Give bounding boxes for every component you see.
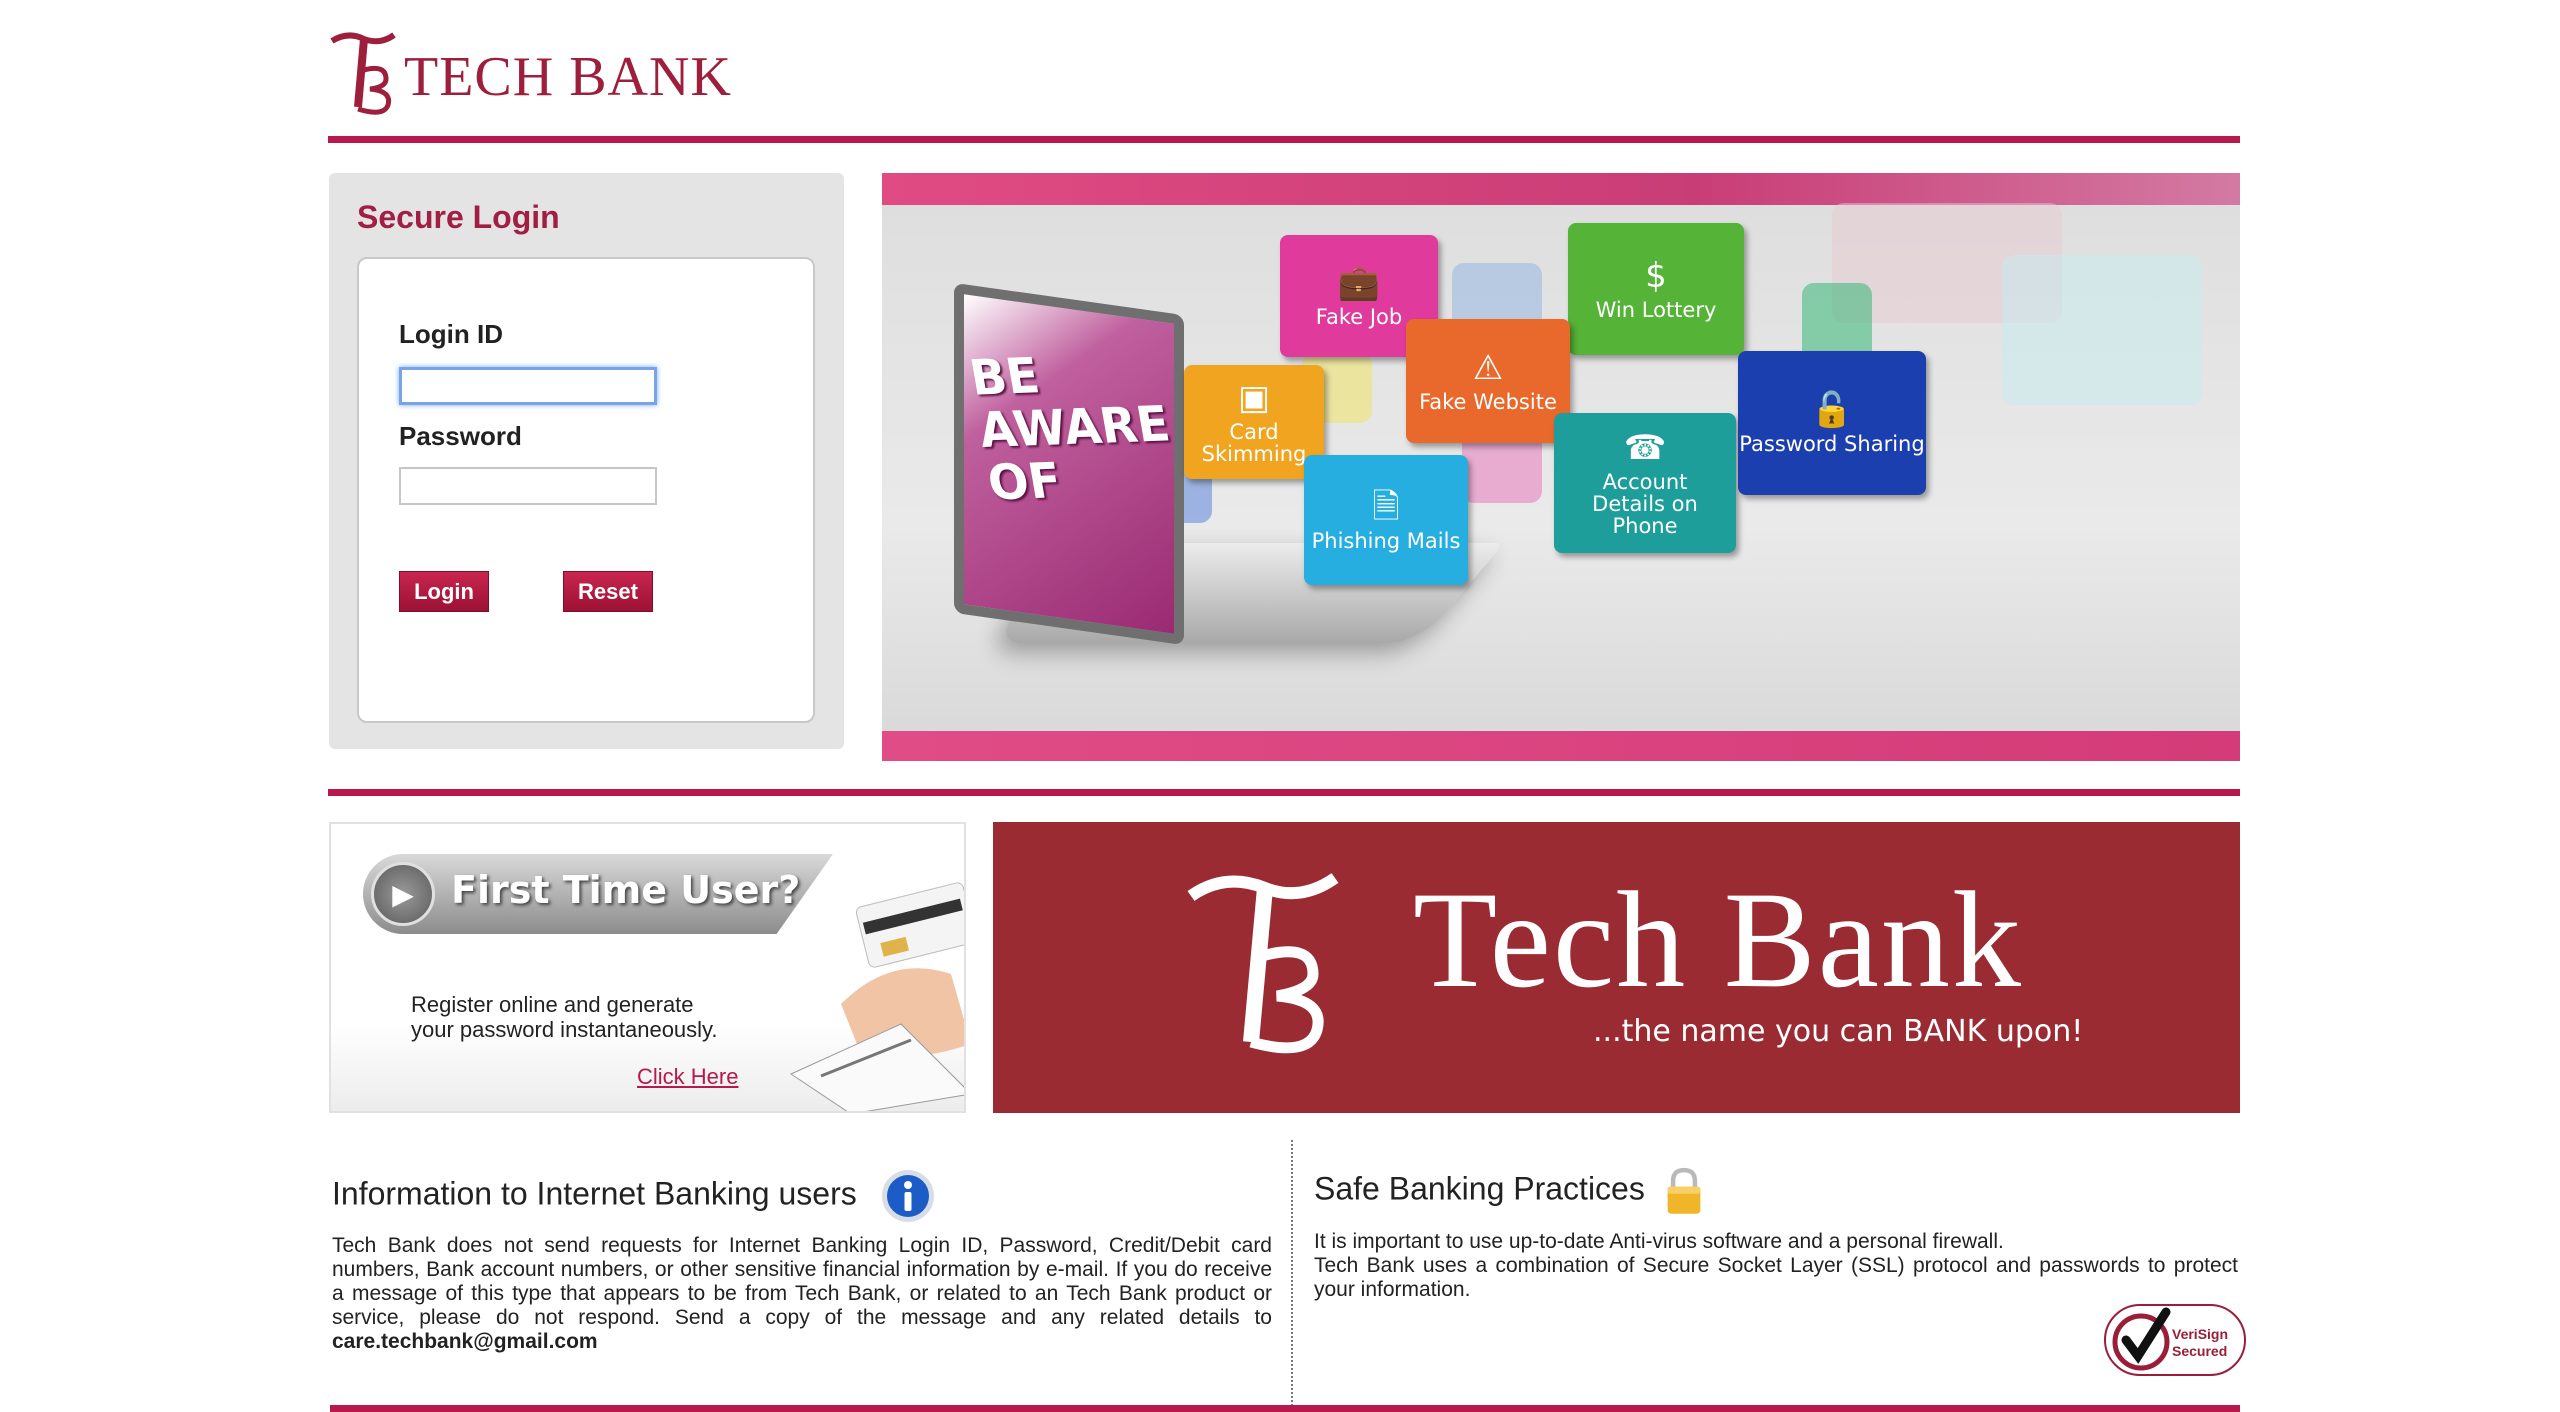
dotted-column-divider (1291, 1140, 1293, 1410)
password-label: Password (399, 421, 522, 451)
briefcase-icon: 💼 (1337, 263, 1381, 303)
hand-with-card-icon (789, 882, 964, 1111)
tb-monogram-large-icon (1187, 872, 1339, 1054)
tile-label: Phishing Mails (1311, 529, 1461, 553)
tile-label: Fake Job (1315, 305, 1403, 329)
safe-banking-title: Safe Banking Practices (1314, 1166, 1704, 1216)
first-time-user-title: First Time User? (451, 868, 801, 912)
tech-bank-brand-banner: Tech Bank ...the name you can BANK upon! (993, 822, 2240, 1113)
card-icon: ▣ (1237, 378, 1271, 418)
tile-fake-website: ⚠ Fake Website (1406, 319, 1570, 443)
tile-password-sharing: 🔓 Password Sharing (1738, 351, 1926, 495)
logo-wordmark: TECH BANK (404, 46, 732, 108)
tile-label: Password Sharing (1739, 432, 1925, 456)
tb-monogram-icon (330, 32, 396, 115)
support-email[interactable]: care.techbank@gmail.com (332, 1330, 598, 1353)
login-id-label: Login ID (399, 319, 503, 349)
brand-name: Tech Bank (1413, 863, 2023, 1016)
laptop-caption: BE AWARE OF (965, 347, 1175, 512)
middle-divider (328, 789, 2240, 796)
info-title: Information to Internet Banking users (332, 1168, 936, 1224)
info-body: Tech Bank does not send requests for Int… (332, 1234, 1272, 1329)
padlock-icon (1667, 1167, 1701, 1214)
tile-label: Card Skimming (1201, 420, 1307, 466)
info-title-text: Information to Internet Banking users (332, 1175, 857, 1212)
password-input[interactable] (399, 467, 657, 505)
reset-button[interactable]: Reset (563, 571, 653, 612)
login-id-input[interactable] (399, 367, 657, 405)
banner-bottom-stripe (882, 731, 2240, 761)
first-time-user-panel: ▶ First Time User? Register online and g… (329, 822, 966, 1113)
click-here-link[interactable]: Click Here (637, 1064, 738, 1090)
top-divider (328, 136, 2240, 143)
tile-win-lottery: $ Win Lottery (1568, 223, 1744, 355)
decor-square (2002, 255, 2202, 405)
login-form: Login ID Password Login Reset (357, 257, 815, 723)
first-time-user-description: Register online and generate your passwo… (411, 992, 718, 1042)
tile-label: Win Lottery (1595, 298, 1717, 322)
safe-banking-title-text: Safe Banking Practices (1314, 1170, 1645, 1207)
play-icon: ▶ (371, 862, 435, 926)
checkmark-icon (2112, 1307, 2171, 1371)
verisign-secured-badge[interactable]: VeriSign Secured (2104, 1304, 2246, 1376)
badge-line-1: VeriSign (2172, 1326, 2229, 1342)
money-bag-icon: $ (1645, 256, 1667, 296)
laptop-screen: BE AWARE OF (954, 282, 1184, 646)
phone-person-icon: ☎ (1623, 428, 1667, 468)
badge-line-2: Secured (2172, 1343, 2228, 1359)
tile-label: Account Details on Phone (1592, 470, 1698, 538)
padlock-open-icon: 🔓 (1810, 390, 1854, 430)
security-awareness-banner[interactable]: BE AWARE OF 💼 Fake Job $ Win Lottery ⚠ F… (882, 173, 2240, 761)
info-icon (881, 1170, 934, 1222)
bottom-divider (330, 1405, 2240, 1412)
tile-phishing-mails: 🗎 Phishing Mails (1304, 455, 1468, 585)
tech-bank-logo[interactable]: TECH BANK (328, 22, 732, 122)
tile-account-details: ☎ Account Details on Phone (1554, 413, 1736, 553)
safe-banking-line-2: Tech Bank uses a combination of Secure S… (1314, 1254, 2238, 1301)
tile-label: Fake Website (1419, 390, 1557, 414)
tile-card-skimming: ▣ Card Skimming (1184, 365, 1324, 479)
info-text: Tech Bank does not send requests for Int… (332, 1234, 1272, 1354)
login-button[interactable]: Login (399, 571, 489, 612)
login-title: Secure Login (357, 199, 560, 235)
safe-banking-text: It is important to use up-to-date Anti-v… (1314, 1230, 2238, 1302)
brand-tagline: ...the name you can BANK upon! (1593, 1014, 2084, 1049)
warning-icon: ⚠ (1472, 348, 1504, 388)
safe-banking-line-1: It is important to use up-to-date Anti-v… (1314, 1230, 2004, 1253)
secure-login-panel: Secure Login Login ID Password Login Res… (329, 173, 844, 749)
document-icon: 🗎 (1372, 487, 1400, 527)
banner-top-stripe (882, 173, 2240, 205)
